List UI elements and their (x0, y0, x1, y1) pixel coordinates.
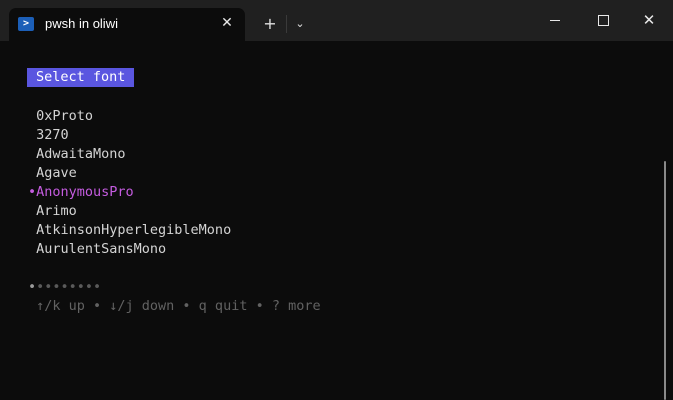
maximize-button[interactable] (588, 6, 618, 34)
title-bar: > pwsh in oliwi ✕ + ⌄ ✕ (0, 0, 673, 41)
font-option[interactable]: AdwaitaMono (28, 145, 125, 164)
font-option[interactable]: 0xProto (28, 107, 93, 126)
chevron-down-icon[interactable]: ⌄ (292, 14, 308, 34)
paginator: ••••••••• (28, 278, 101, 297)
font-option-selected[interactable]: •AnonymousPro (28, 183, 134, 202)
prompt-header: Select font (27, 68, 135, 87)
close-window-button[interactable]: ✕ (634, 6, 664, 34)
close-tab-icon[interactable]: ✕ (219, 13, 235, 33)
font-option[interactable]: Agave (28, 164, 77, 183)
font-option[interactable]: Arimo (28, 202, 77, 221)
tab-title: pwsh in oliwi (45, 16, 118, 31)
paginator-active-dot: • (28, 279, 37, 295)
scrollbar[interactable] (664, 161, 666, 400)
paginator-dots: •••••••• (36, 279, 102, 295)
maximize-icon (597, 15, 609, 26)
powershell-icon: > (18, 17, 34, 31)
minimize-button[interactable] (540, 6, 570, 34)
minimize-icon (550, 20, 560, 21)
terminal-pane[interactable]: Select font 0xProto 3270 AdwaitaMono Aga… (0, 41, 673, 400)
font-option[interactable]: 3270 (28, 126, 69, 145)
font-option[interactable]: AtkinsonHyperlegibleMono (28, 221, 231, 240)
font-option[interactable]: AurulentSansMono (28, 240, 166, 259)
new-tab-icon[interactable]: + (261, 14, 279, 34)
tab-divider (286, 15, 287, 33)
help-line: ↑/k up • ↓/j down • q quit • ? more (28, 298, 321, 314)
tab-pwsh[interactable]: > pwsh in oliwi ✕ (9, 8, 245, 41)
